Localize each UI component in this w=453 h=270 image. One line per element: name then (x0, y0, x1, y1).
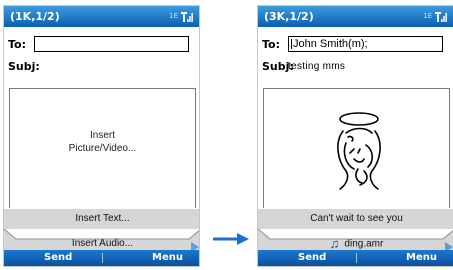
title-bar: (1K,1/2) 1E (4, 6, 199, 27)
insert-label-line2: Picture/Video... (68, 143, 137, 154)
title-bar: (3K,1/2) 1E (258, 6, 453, 27)
subject-label: Subj: (262, 59, 294, 73)
to-label: To: (262, 37, 280, 51)
menu-softkey[interactable]: Menu (406, 252, 437, 263)
softkey-bar: Send Menu (258, 250, 453, 266)
subject-field[interactable]: testing mms (288, 61, 345, 72)
compose-screen-left: (1K,1/2) 1E To: Subj: Insert Picture/Vid… (3, 5, 200, 267)
slide-caption[interactable]: Can't wait to see you (258, 209, 453, 229)
status-area: 1E (169, 6, 194, 27)
send-softkey[interactable]: Send (44, 252, 72, 263)
signal-strength-icon (435, 11, 447, 22)
send-softkey[interactable]: Send (298, 252, 326, 263)
to-row: To: (8, 35, 189, 53)
signal-strength-icon (181, 11, 193, 22)
network-indicator: 1E (169, 12, 178, 20)
to-value: John Smith(m); (293, 38, 368, 50)
slide-area[interactable]: Insert Picture/Video... (9, 88, 196, 208)
right-arrow-icon (213, 233, 249, 245)
message-size-title: (3K,1/2) (264, 10, 314, 23)
insert-label-line1: Insert (89, 130, 115, 141)
subject-row: Subj: (8, 57, 40, 75)
status-area: 1E (423, 6, 448, 27)
insert-picture-video[interactable]: Insert Picture/Video... (10, 129, 195, 155)
to-field[interactable] (34, 36, 189, 52)
message-size-title: (1K,1/2) (10, 10, 60, 23)
to-label: To: (8, 37, 26, 51)
slide-area[interactable] (263, 88, 450, 208)
subject-label: Subj: (8, 59, 40, 73)
insert-text-item[interactable]: Insert Text... (4, 209, 199, 229)
angel-picture[interactable] (324, 109, 394, 191)
compose-screen-right: (3K,1/2) 1E To: John Smith(m); Subj: tes… (257, 5, 453, 267)
network-indicator: 1E (423, 12, 432, 20)
softkey-divider (356, 253, 357, 263)
subject-row: Subj: testing mms (262, 57, 345, 75)
to-row: To: John Smith(m); (262, 35, 443, 53)
menu-softkey[interactable]: Menu (152, 252, 183, 263)
to-field[interactable]: John Smith(m); (288, 36, 443, 52)
text-cursor (291, 39, 292, 50)
softkey-divider (102, 253, 103, 263)
softkey-bar: Send Menu (4, 250, 199, 266)
audio-filename: ding.amr (344, 238, 384, 250)
